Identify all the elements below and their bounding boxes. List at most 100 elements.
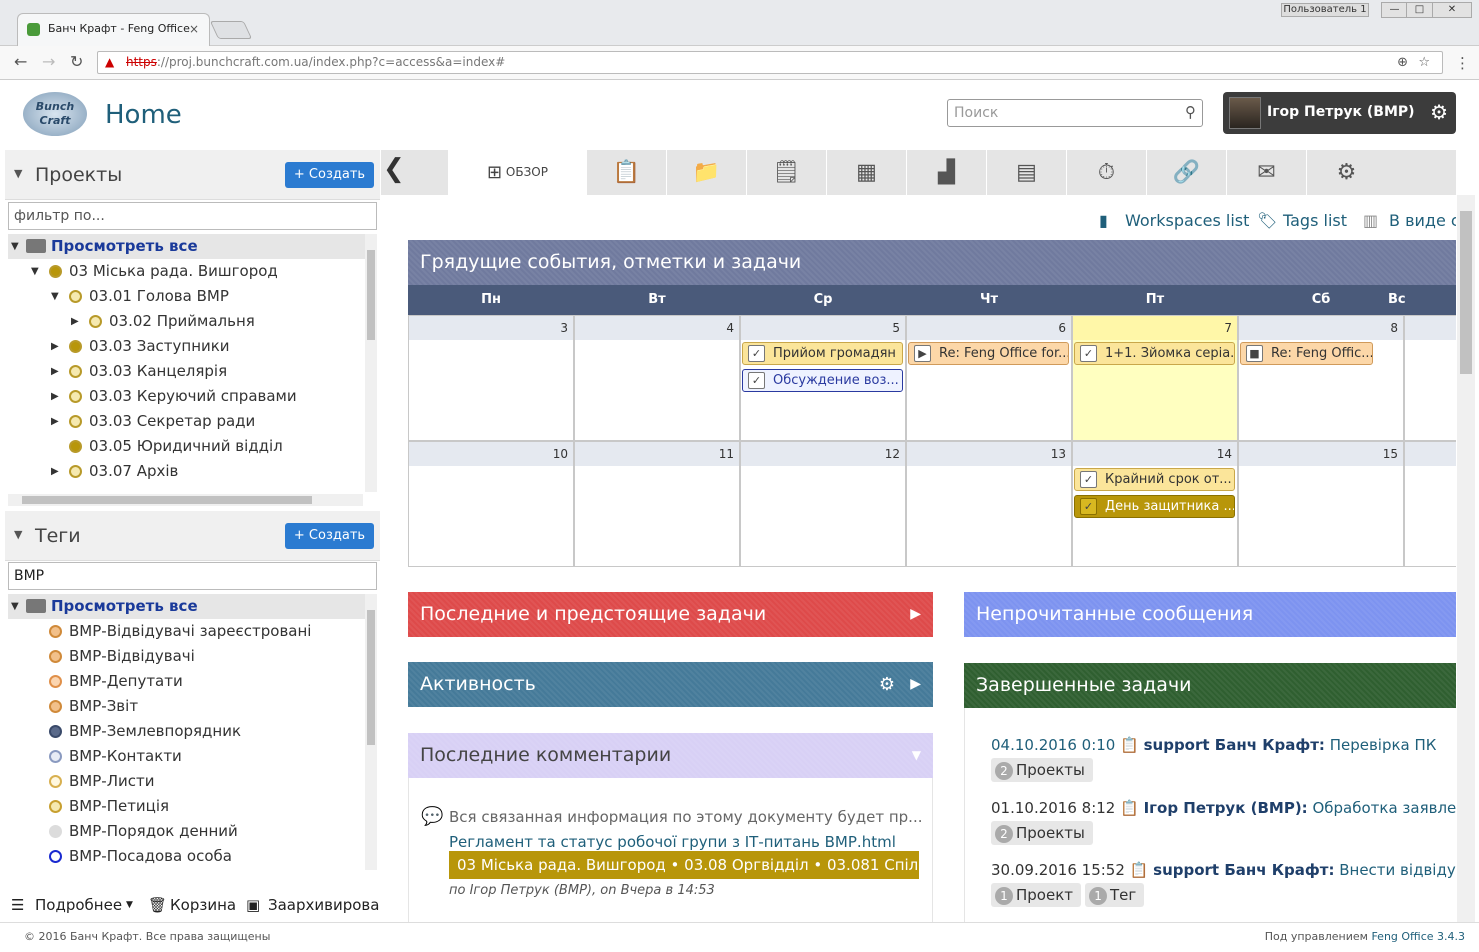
tab-mail[interactable]: ✉ <box>1226 150 1306 195</box>
tab-contacts[interactable]: ▤ <box>986 150 1066 195</box>
trash-link[interactable]: Корзина <box>170 887 236 923</box>
project-label[interactable]: 03.03 Канцелярія <box>89 359 227 384</box>
gear-icon[interactable]: ⚙ <box>1430 92 1448 132</box>
tree-row-view-all[interactable]: ▼ Просмотреть все <box>8 594 366 619</box>
browser-menu-icon[interactable]: ⋮ <box>1455 54 1470 72</box>
tag-filter-input[interactable]: ВМР <box>8 562 377 590</box>
expand-arrow-icon[interactable]: ▶ <box>51 409 59 434</box>
project-label[interactable]: 03.07 Архів <box>89 459 178 484</box>
comment-document-link[interactable]: Регламент та статус робочої групи з ІТ-п… <box>449 833 896 851</box>
expand-arrow-icon[interactable]: ▼ <box>51 284 59 309</box>
task-date[interactable]: 01.10.2016 8:12 <box>991 799 1115 817</box>
calendar-cell[interactable]: 11 <box>574 441 740 567</box>
tag-label[interactable]: ВМР-Відвідувачі <box>69 644 195 669</box>
calendar-cell[interactable]: 3 <box>408 315 574 441</box>
calendar-cell[interactable]: 4 <box>574 315 740 441</box>
details-link[interactable]: Подробнее <box>35 887 122 923</box>
project-label[interactable]: 03 Міська рада. Вишгород <box>69 259 278 284</box>
comments-widget-header[interactable]: Последние комментарии ▼ <box>408 733 933 778</box>
reload-icon[interactable]: ↻ <box>70 52 83 71</box>
feng-office-link[interactable]: Feng Office 3.4.3 <box>1371 930 1465 943</box>
tag-label[interactable]: ВМР-Посадова особа <box>69 844 232 869</box>
completed-task-row[interactable]: 04.10.2016 0:10 📋 support Банч Крафт: Пе… <box>991 736 1436 754</box>
task-name[interactable]: Перевірка ПК <box>1330 736 1437 754</box>
calendar-event[interactable]: ■ Re: Feng Offic... <box>1240 342 1373 365</box>
projects-vscrollbar[interactable] <box>365 234 377 492</box>
tab-links[interactable]: 🔗 <box>1146 150 1226 195</box>
calendar-event[interactable]: ▶ Re: Feng Office for... <box>908 342 1069 365</box>
browser-tab[interactable]: Банч Крафт - Feng Office × <box>17 13 210 46</box>
project-label[interactable]: 03.03 Секретар ради <box>89 409 255 434</box>
arrow-right-icon[interactable]: ▶ <box>910 662 921 707</box>
caret-down-icon[interactable]: ▼ <box>126 887 133 923</box>
tag-badge[interactable]: 1 Проект <box>991 883 1082 907</box>
create-project-button[interactable]: + Создать <box>285 162 374 188</box>
calendar-event[interactable]: ✓ Обсуждение воз... <box>742 369 903 392</box>
project-label[interactable]: 03.02 Приймальня <box>109 309 255 334</box>
tab-time[interactable]: ⏱ <box>1066 150 1146 195</box>
tab-calendar[interactable]: ▦ <box>826 150 906 195</box>
expand-arrow-icon[interactable]: ▶ <box>51 359 59 384</box>
url-field[interactable]: ▲ https://proj.bunchcraft.com.ua/index.p… <box>97 51 1443 74</box>
create-tag-button[interactable]: + Создать <box>285 523 374 549</box>
calendar-event[interactable]: ✓ Прийом громадян <box>742 342 903 365</box>
tag-badge[interactable]: 1 Тег <box>1085 883 1145 907</box>
minimize-button[interactable]: — <box>1381 2 1408 18</box>
arrow-right-icon[interactable]: ▶ <box>910 592 921 637</box>
tag-label[interactable]: ВМР-Порядок денний <box>69 819 238 844</box>
tag-label[interactable]: ВМР-Петиція <box>69 794 169 819</box>
workspaces-list-link[interactable]: Workspaces list <box>1125 211 1249 230</box>
calendar-cell[interactable] <box>1404 441 1456 567</box>
tasks-widget-header[interactable]: Последние и предстоящие задачи ▶ <box>408 592 933 637</box>
scroll-thumb[interactable] <box>22 496 312 504</box>
calendar-cell[interactable]: 8 ■ Re: Feng Offic... <box>1238 315 1404 441</box>
scroll-thumb[interactable] <box>367 610 375 745</box>
project-label[interactable]: 03.01 Голова ВМР <box>89 284 229 309</box>
calendar-cell[interactable] <box>1404 315 1456 441</box>
tag-label[interactable]: ВМР-Відвідувачі зареєстровані <box>69 619 311 644</box>
project-label[interactable]: 03.03 Керуючий справами <box>89 384 297 409</box>
tab-settings[interactable]: ⚙ <box>1306 150 1386 195</box>
task-name[interactable]: Внести відвідувача <box>1339 861 1456 879</box>
maximize-button[interactable]: □ <box>1406 2 1433 18</box>
expand-arrow-icon[interactable]: ▼ <box>11 234 19 259</box>
calendar-cell[interactable]: 6 ▶ Re: Feng Office for... <box>906 315 1072 441</box>
tag-label[interactable]: ВМР-Землевпорядник <box>69 719 241 744</box>
browser-profile-chip[interactable]: Пользователь 1 <box>1281 3 1369 17</box>
collapse-triangle-icon[interactable]: ▼ <box>14 528 22 541</box>
calendar-cell[interactable]: 15 <box>1238 441 1404 567</box>
calendar-cell-today[interactable]: 7 ✓ 1+1. Зйомка серіа... <box>1072 315 1238 441</box>
tab-reports[interactable]: ▟ <box>906 150 986 195</box>
tags-vscrollbar[interactable] <box>365 594 377 870</box>
projects-view-all[interactable]: Просмотреть все <box>51 234 198 259</box>
tag-badge[interactable]: 2 Проекты <box>991 758 1093 782</box>
list-view-link[interactable]: В виде списка <box>1389 211 1456 230</box>
collapse-left-panel-button[interactable]: ❮ <box>381 150 448 195</box>
tag-label[interactable]: ВМР-Звіт <box>69 694 138 719</box>
activity-widget-header[interactable]: Активность ⚙ ▶ <box>408 662 933 707</box>
tag-badge[interactable]: 2 Проекты <box>991 821 1093 845</box>
tab-files[interactable]: 📁 <box>666 150 746 195</box>
project-label[interactable]: 03.05 Юридичний відділ <box>89 434 283 459</box>
expand-arrow-icon[interactable]: ▶ <box>51 384 59 409</box>
completed-task-row[interactable]: 01.10.2016 8:12 📋 Ігор Петрук (BMP): Обр… <box>991 799 1456 817</box>
archived-link[interactable]: Заархивированные <box>268 887 380 923</box>
bookmark-star-icon[interactable]: ☆ <box>1418 52 1430 73</box>
tag-label[interactable]: ВМР-Листи <box>69 769 154 794</box>
chevron-down-icon[interactable]: ▼ <box>912 733 921 778</box>
user-menu[interactable]: Ігор Петрук (BMP) ⚙ <box>1223 92 1456 134</box>
scroll-thumb[interactable] <box>367 250 375 340</box>
new-tab-button[interactable] <box>209 21 253 39</box>
task-date[interactable]: 04.10.2016 0:10 <box>991 736 1115 754</box>
search-input[interactable]: Поиск ⚲ <box>947 99 1203 127</box>
expand-arrow-icon[interactable]: ▶ <box>51 459 59 484</box>
completed-task-row[interactable]: 30.09.2016 15:52 📋 support Банч Крафт: В… <box>991 861 1456 879</box>
projects-hscrollbar[interactable] <box>8 494 363 506</box>
task-date[interactable]: 30.09.2016 15:52 <box>991 861 1125 879</box>
expand-arrow-icon[interactable]: ▼ <box>31 259 39 284</box>
unread-widget-header[interactable]: Непрочитанные сообщения <box>964 592 1456 637</box>
tag-label[interactable]: ВМР-Контакти <box>69 744 182 769</box>
zoom-icon[interactable]: ⊕ <box>1397 52 1408 73</box>
gear-icon[interactable]: ⚙ <box>879 662 895 707</box>
search-icon[interactable]: ⚲ <box>1185 99 1196 125</box>
